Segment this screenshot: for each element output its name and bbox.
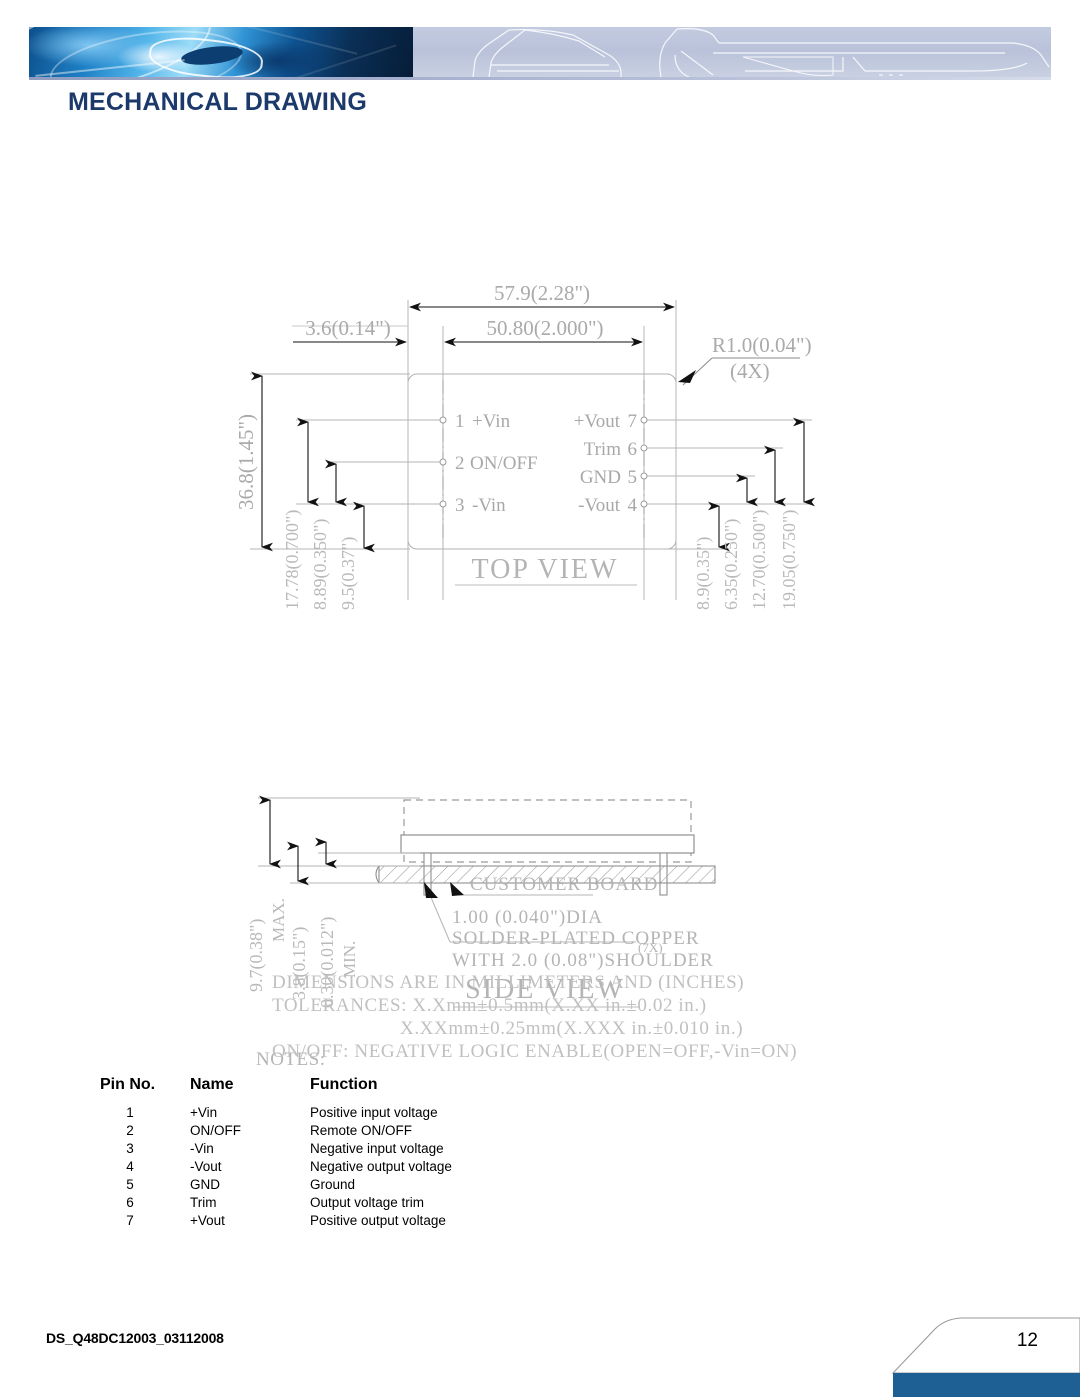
pin-label-right-4: 4 [628, 495, 638, 516]
notes-line-3: X.XXmm±0.25mm(X.XXX in.±0.010 in.) [400, 1018, 743, 1039]
pin-name-right-3: GND [580, 467, 621, 488]
callout-pin-shoulder: WITH 2.0 (0.08")SHOULDER [452, 950, 714, 971]
cell-pin-name: -Vout [190, 1158, 222, 1174]
dim-overall-width: 57.9(2.28") [494, 281, 590, 305]
cell-pin-name: +Vout [190, 1212, 225, 1228]
pin-name-left-3: -Vin [472, 495, 506, 516]
dim-right-4: 19.05(0.750") [779, 510, 800, 610]
pin-label-left-2: 2 [455, 453, 465, 474]
dim-pin-span: 50.80(2.000") [486, 316, 603, 340]
cell-pin-name: ON/OFF [190, 1122, 241, 1138]
col-header-name: Name [190, 1076, 234, 1093]
pin-label-right-2: 6 [628, 439, 638, 460]
dim-overall-height: 36.8(1.45") [234, 414, 258, 510]
callout-pin-dia: 1.00 (0.040")DIA [452, 907, 603, 928]
cell-pin-no: 7 [126, 1212, 134, 1228]
pin-table-body: 1 +Vin Positive input voltage 2 ON/OFF R… [100, 1103, 560, 1229]
dim-corner-radius-qty: (4X) [730, 359, 770, 383]
dim-corner-radius: R1.0(0.04") [712, 333, 812, 357]
page-title: MECHANICAL DRAWING [68, 88, 367, 116]
table-header-row: Pin No. Name Function [100, 1076, 560, 1103]
cell-pin-no: 1 [126, 1104, 134, 1120]
dim-pin-inset: 3.6(0.14") [305, 316, 391, 340]
pin-label-right-1: 7 [628, 411, 638, 432]
callout-customer-board: CUSTOMER BOARD [470, 874, 658, 895]
cell-pin-name: GND [190, 1176, 220, 1192]
footer-page-number: 12 [1016, 1330, 1038, 1351]
pin-label-left-3: 3 [455, 495, 465, 516]
pin-label-left-1: 1 [455, 411, 465, 432]
footer-decorative-swoosh [875, 1307, 1080, 1397]
table-row: 3 -Vin Negative input voltage [100, 1139, 560, 1157]
cell-pin-name: Trim [190, 1194, 217, 1210]
notes-line-4: ON/OFF: NEGATIVE LOGIC ENABLE(OPEN=OFF,-… [272, 1041, 797, 1062]
notes-line-1: DIMENSIONS ARE IN MILLIMETERS AND (INCHE… [272, 972, 744, 993]
footer-document-code: DS_Q48DC12003_03112008 [46, 1330, 224, 1346]
cell-pin-function: Positive input voltage [310, 1104, 438, 1120]
pin-label-right-3: 5 [628, 467, 638, 488]
mechanical-drawing-figure: 57.9(2.28") 3.6(0.14") 50.80(2.000") R1.… [0, 130, 1080, 1070]
table-row: 1 +Vin Positive input voltage [100, 1103, 560, 1121]
dim-left-3: 9.5(0.37") [338, 537, 359, 610]
cell-pin-function: Negative input voltage [310, 1140, 444, 1156]
pin-name-right-4: -Vout [578, 495, 621, 516]
cell-pin-no: 6 [126, 1194, 134, 1210]
pin-name-right-2: Trim [584, 439, 622, 460]
pin-name-right-1: +Vout [574, 411, 621, 432]
pin-name-left-2: ON/OFF [470, 453, 538, 474]
notes-line-2: TOLERANCES: X.Xmm±0.5mm(X.XX in.±0.02 in… [272, 995, 707, 1016]
dim-right-1: 8.9(0.35") [693, 537, 714, 610]
table-row: 5 GND Ground [100, 1175, 560, 1193]
notes-block: DIMENSIONS ARE IN MILLIMETERS AND (INCHE… [272, 972, 797, 1062]
cell-pin-name: +Vin [190, 1104, 218, 1120]
cell-pin-no: 2 [126, 1122, 134, 1138]
cell-pin-function: Ground [310, 1176, 356, 1192]
table-row: 4 -Vout Negative output voltage [100, 1157, 560, 1175]
side-dim-1-qualifier: MAX. [269, 898, 288, 942]
cell-pin-function: Positive output voltage [310, 1212, 446, 1228]
dim-left-2: 8.89(0.350") [310, 519, 331, 610]
col-header-pin-no: Pin No. [100, 1076, 156, 1093]
dim-right-3: 12.70(0.500") [749, 510, 770, 610]
table-row: 7 +Vout Positive output voltage [100, 1211, 560, 1229]
cell-pin-no: 4 [126, 1158, 134, 1174]
cell-pin-function: Negative output voltage [310, 1158, 452, 1174]
pin-function-table: Pin No. Name Function 1 +Vin Positive in… [100, 1076, 560, 1229]
cell-pin-function: Output voltage trim [310, 1194, 425, 1210]
banner-decorative-outlines [413, 27, 1051, 77]
col-header-function: Function [310, 1076, 378, 1093]
pin-name-left-1: +Vin [472, 411, 511, 432]
cell-pin-no: 5 [126, 1176, 134, 1192]
table-row: 6 Trim Output voltage trim [100, 1193, 560, 1211]
table-row: 2 ON/OFF Remote ON/OFF [100, 1121, 560, 1139]
dim-left-1: 17.78(0.700") [282, 510, 303, 610]
header-banner [29, 27, 1051, 77]
dim-right-2: 6.35(0.250") [721, 519, 742, 610]
banner-bottom-edge [29, 77, 1051, 80]
banner-abstract-blue-photo [29, 27, 413, 77]
cell-pin-function: Remote ON/OFF [310, 1122, 413, 1138]
cell-pin-no: 3 [126, 1140, 134, 1156]
cell-pin-name: -Vin [190, 1140, 214, 1156]
top-view-caption: TOP VIEW [472, 554, 619, 585]
